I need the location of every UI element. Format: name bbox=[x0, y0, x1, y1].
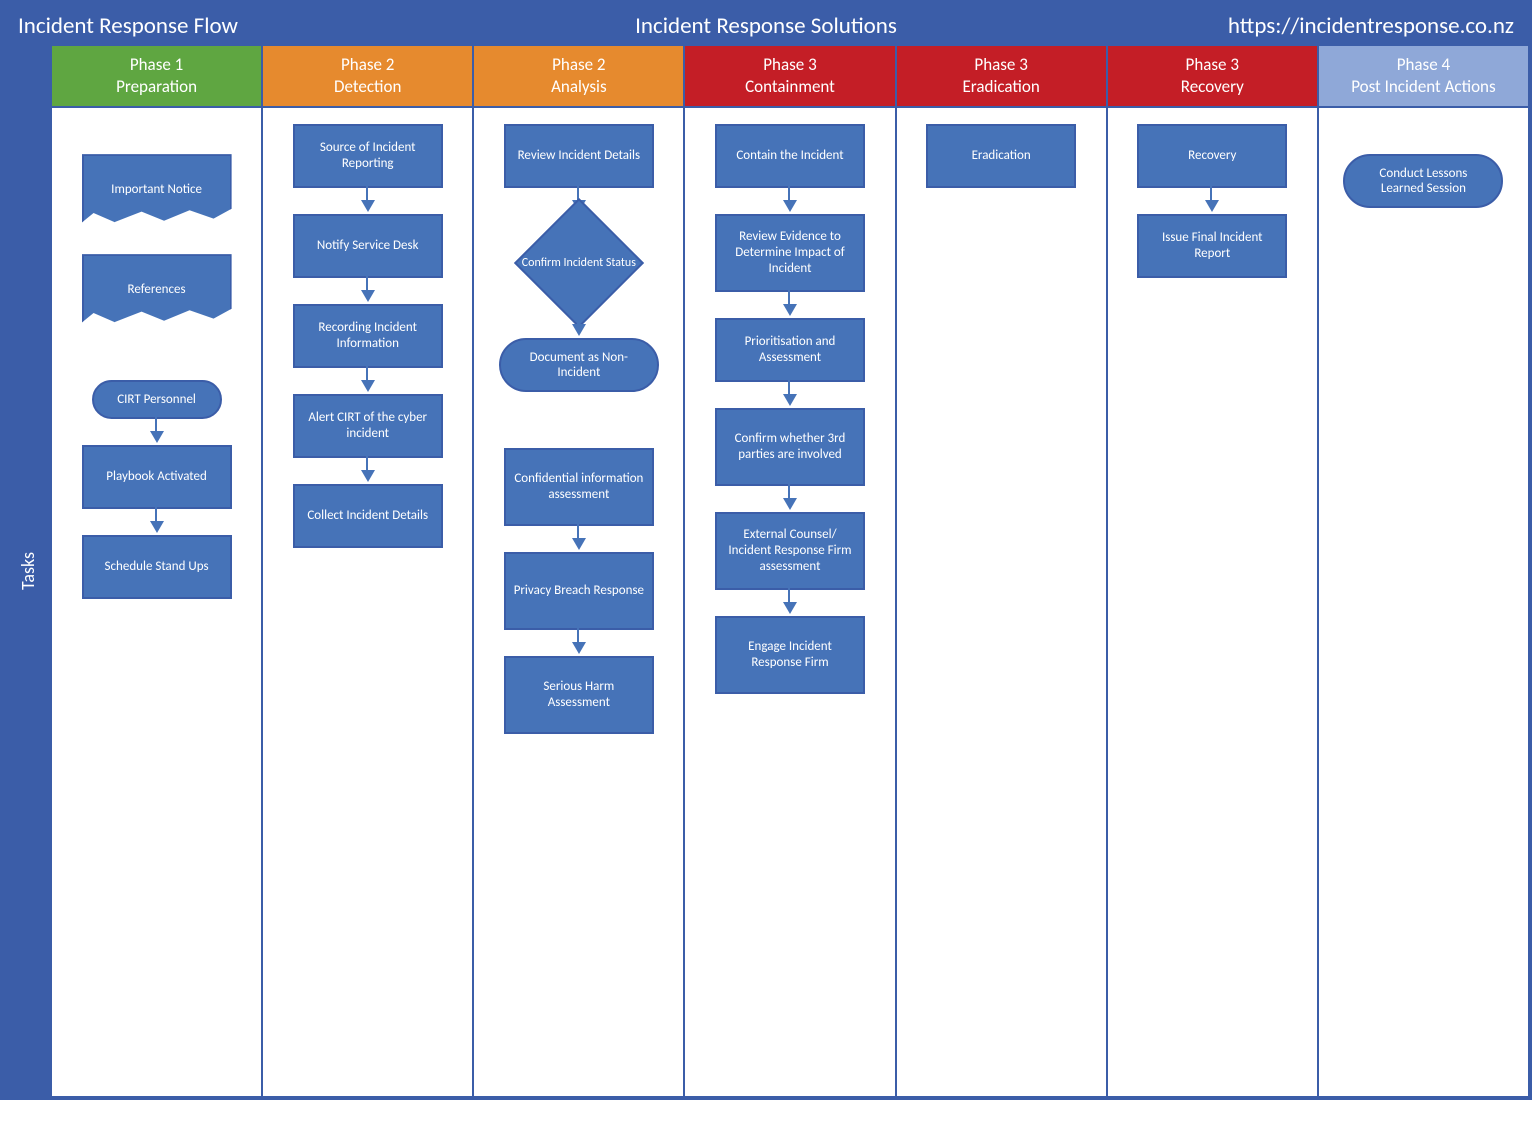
phase-name: Detection bbox=[334, 76, 401, 97]
diamond-label: Confirm Incident Status bbox=[520, 256, 638, 270]
node-eradication: Eradication bbox=[926, 124, 1076, 188]
lane-header-recovery: Phase 3 Recovery bbox=[1108, 46, 1317, 108]
node-recovery: Recovery bbox=[1137, 124, 1287, 188]
node-engage-firm: Engage Incident Response Firm bbox=[715, 616, 865, 694]
lane-header-detection: Phase 2 Detection bbox=[263, 46, 472, 108]
phase-name: Post Incident Actions bbox=[1351, 76, 1495, 97]
node-privacy-breach: Privacy Breach Response bbox=[504, 552, 654, 630]
node-alert-cirt: Alert CIRT of the cyber incident bbox=[293, 394, 443, 458]
phase-label: Phase 2 bbox=[341, 54, 394, 75]
diagram-frame: Incident Response Flow Incident Response… bbox=[0, 0, 1532, 1100]
phase-name: Containment bbox=[745, 76, 835, 97]
arrow-icon bbox=[572, 324, 586, 336]
arrow-icon bbox=[783, 394, 797, 406]
node-external-counsel: External Counsel/ Incident Response Firm… bbox=[715, 512, 865, 590]
phase-label: Phase 2 bbox=[552, 54, 605, 75]
arrow-icon bbox=[783, 602, 797, 614]
node-prioritisation: Prioritisation and Assessment bbox=[715, 318, 865, 382]
node-important-notice: Important Notice bbox=[82, 154, 232, 224]
node-confirm-status: Confirm Incident Status bbox=[513, 214, 645, 312]
lane-header-preparation: Phase 1 Preparation bbox=[52, 46, 261, 108]
phase-name: Eradication bbox=[963, 76, 1040, 97]
lane-recovery: Phase 3 Recovery Recovery Issue Final In… bbox=[1106, 46, 1317, 1096]
arrow-icon bbox=[150, 431, 164, 443]
arrow-icon bbox=[783, 304, 797, 316]
title-bar: Incident Response Flow Incident Response… bbox=[4, 4, 1528, 46]
phase-name: Recovery bbox=[1181, 76, 1244, 97]
node-contain-incident: Contain the Incident bbox=[715, 124, 865, 188]
row-label-tasks: Tasks bbox=[4, 46, 50, 1096]
lane-detection: Phase 2 Detection Source of Incident Rep… bbox=[261, 46, 472, 1096]
title-left: Incident Response Flow bbox=[18, 12, 517, 40]
lane-post-incident: Phase 4 Post Incident Actions Conduct Le… bbox=[1317, 46, 1528, 1096]
lane-eradication: Phase 3 Eradication Eradication bbox=[895, 46, 1106, 1096]
node-playbook-activated: Playbook Activated bbox=[82, 445, 232, 509]
title-right: https://incidentresponse.co.nz bbox=[1015, 12, 1514, 40]
swimlane-grid: Tasks Phase 1 Preparation Important Noti… bbox=[4, 46, 1528, 1096]
lane-containment: Phase 3 Containment Contain the Incident… bbox=[683, 46, 894, 1096]
lane-header-analysis: Phase 2 Analysis bbox=[474, 46, 683, 108]
title-center: Incident Response Solutions bbox=[517, 12, 1016, 40]
node-review-details: Review Incident Details bbox=[504, 124, 654, 188]
arrow-icon bbox=[572, 538, 586, 550]
node-final-report: Issue Final Incident Report bbox=[1137, 214, 1287, 278]
node-third-parties: Confirm whether 3rd parties are involved bbox=[715, 408, 865, 486]
phase-label: Phase 3 bbox=[974, 54, 1027, 75]
phase-label: Phase 3 bbox=[763, 54, 816, 75]
lane-header-containment: Phase 3 Containment bbox=[685, 46, 894, 108]
node-notify-service-desk: Notify Service Desk bbox=[293, 214, 443, 278]
node-recording-info: Recording Incident Information bbox=[293, 304, 443, 368]
node-collect-details: Collect Incident Details bbox=[293, 484, 443, 548]
phase-label: Phase 1 bbox=[130, 54, 183, 75]
arrow-icon bbox=[1205, 200, 1219, 212]
node-references: References bbox=[82, 254, 232, 324]
node-schedule-standups: Schedule Stand Ups bbox=[82, 535, 232, 599]
lane-analysis: Phase 2 Analysis Review Incident Details… bbox=[472, 46, 683, 1096]
arrow-icon bbox=[783, 498, 797, 510]
lane-preparation: Phase 1 Preparation Important Notice Ref… bbox=[50, 46, 261, 1096]
arrow-icon bbox=[361, 380, 375, 392]
node-lessons-learned: Conduct Lessons Learned Session bbox=[1343, 154, 1503, 208]
arrow-icon bbox=[361, 470, 375, 482]
phase-name: Preparation bbox=[116, 76, 197, 97]
arrow-icon bbox=[361, 200, 375, 212]
lane-header-eradication: Phase 3 Eradication bbox=[897, 46, 1106, 108]
node-document-non-incident: Document as Non-Incident bbox=[499, 338, 659, 392]
node-review-evidence: Review Evidence to Determine Impact of I… bbox=[715, 214, 865, 292]
phase-label: Phase 3 bbox=[1186, 54, 1239, 75]
node-serious-harm: Serious Harm Assessment bbox=[504, 656, 654, 734]
phase-label: Phase 4 bbox=[1397, 54, 1450, 75]
node-cirt-personnel: CIRT Personnel bbox=[92, 380, 222, 419]
arrow-icon bbox=[783, 200, 797, 212]
arrow-icon bbox=[361, 290, 375, 302]
arrow-icon bbox=[150, 521, 164, 533]
arrow-icon bbox=[572, 642, 586, 654]
lane-header-post-incident: Phase 4 Post Incident Actions bbox=[1319, 46, 1528, 108]
node-confidential-assessment: Confidential information assessment bbox=[504, 448, 654, 526]
node-source-reporting: Source of Incident Reporting bbox=[293, 124, 443, 188]
phase-name: Analysis bbox=[551, 76, 607, 97]
